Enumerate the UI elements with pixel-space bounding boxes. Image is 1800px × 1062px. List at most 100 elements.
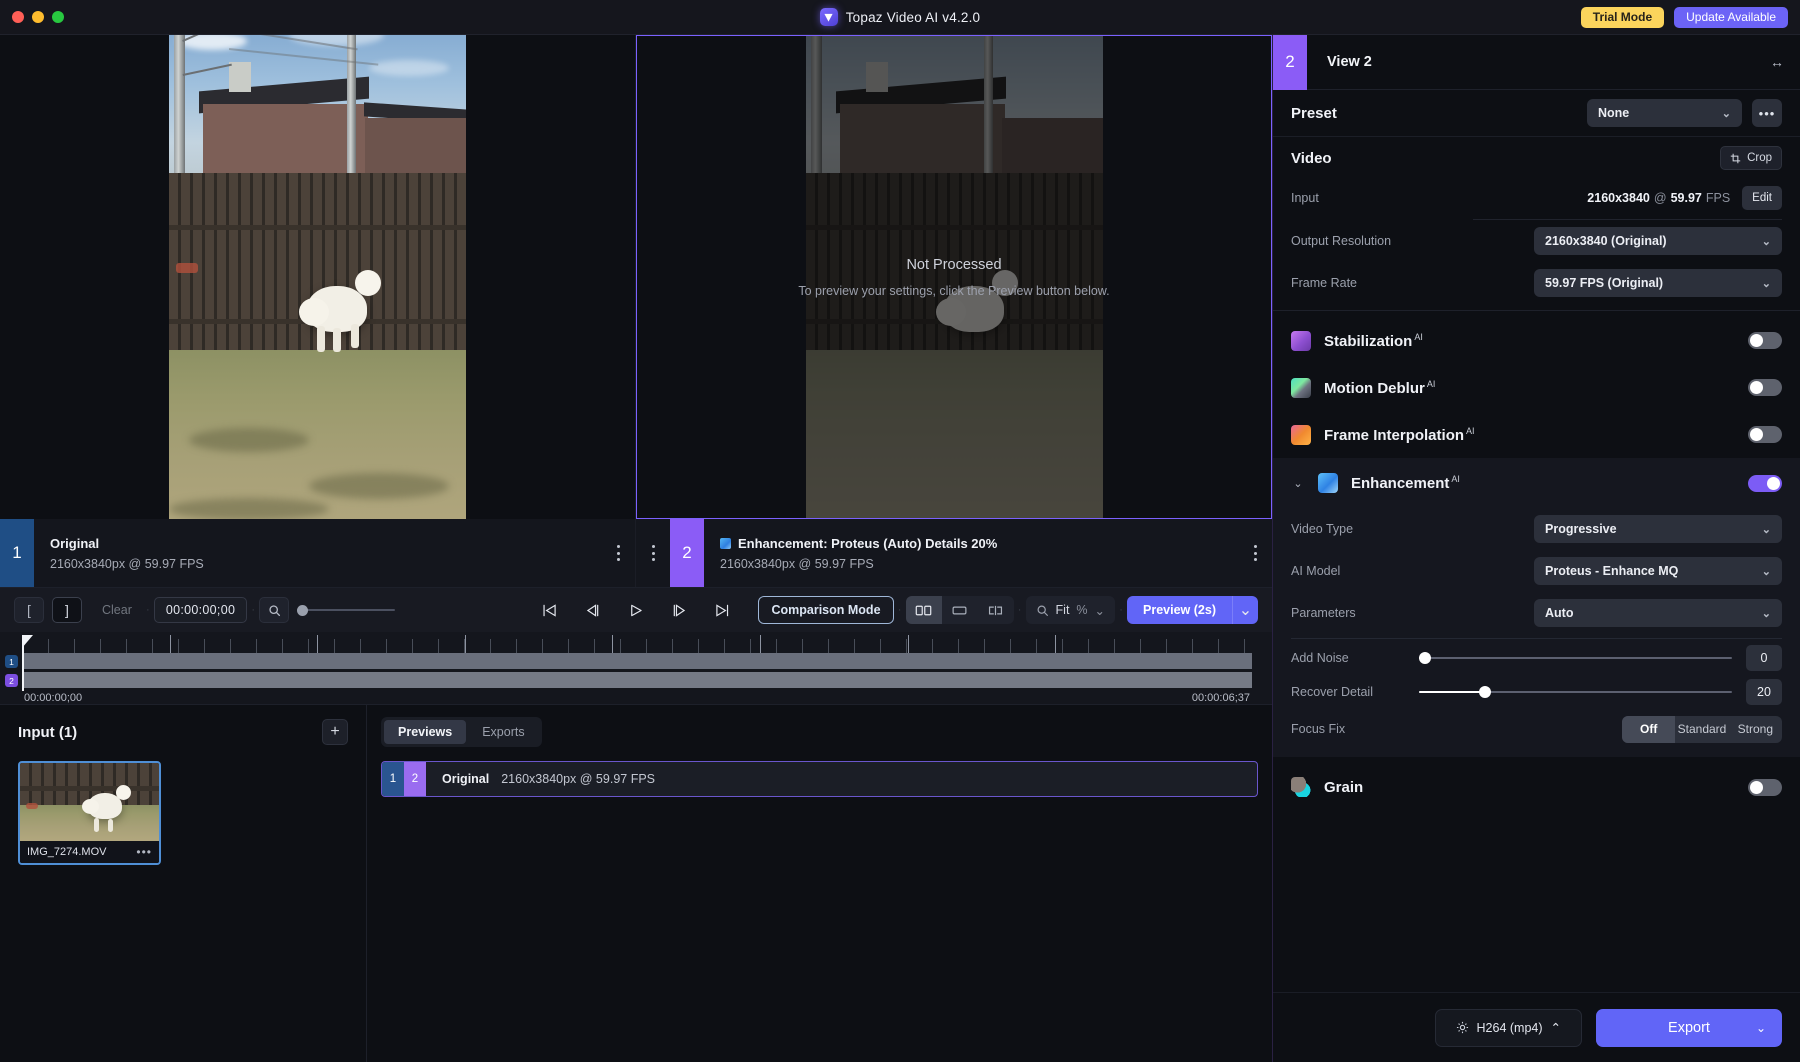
timecode-field[interactable]: 00:00:00;00 xyxy=(154,597,247,623)
input-file-menu-icon[interactable]: ••• xyxy=(136,845,152,859)
input-resolution: 2160x3840 xyxy=(1587,191,1650,205)
step-forward-icon[interactable] xyxy=(671,603,688,618)
parameters-select[interactable]: Auto ⌄ xyxy=(1534,599,1782,627)
preview-pane-2[interactable]: Not Processed To preview your settings, … xyxy=(635,35,1272,587)
recover-detail-label: Recover Detail xyxy=(1291,685,1419,699)
focus-fix-off[interactable]: Off xyxy=(1622,716,1675,743)
layer-title-text: Original xyxy=(50,536,99,551)
side-by-side-slider-icon[interactable] xyxy=(978,596,1014,624)
video-type-select[interactable]: Progressive ⌄ xyxy=(1534,515,1782,543)
enhancement-toggle[interactable] xyxy=(1748,475,1782,492)
preview-options-chevron-icon[interactable]: ⌄ xyxy=(1232,596,1258,624)
frame-interpolation-toggle[interactable] xyxy=(1748,426,1782,443)
timeline-playhead[interactable] xyxy=(22,635,24,691)
chevron-down-icon[interactable]: ⌄ xyxy=(1291,477,1305,490)
previews-list-item[interactable]: 1 2 Original 2160x3840px @ 59.97 FPS xyxy=(381,761,1258,797)
feature-row-grain[interactable]: Grain xyxy=(1273,763,1800,811)
timeline-end-time: 00:00:06;37 xyxy=(1192,692,1250,704)
add-noise-value[interactable]: 0 xyxy=(1746,645,1782,671)
enhancement-header[interactable]: ⌄ EnhancementAI xyxy=(1273,458,1800,508)
jump-to-end-icon[interactable] xyxy=(714,603,731,618)
chevron-down-icon: ⌄ xyxy=(1754,607,1771,620)
jump-to-start-icon[interactable] xyxy=(542,603,559,618)
codec-label: H264 (mp4) xyxy=(1477,1021,1543,1035)
fit-percent-label: % xyxy=(1076,603,1087,617)
grain-icon xyxy=(1291,777,1311,797)
focus-fix-strong[interactable]: Strong xyxy=(1729,716,1782,743)
fit-label: Fit xyxy=(1056,603,1070,617)
tab-exports[interactable]: Exports xyxy=(468,720,538,744)
input-label: Input xyxy=(1291,191,1426,205)
preview-viewport-original[interactable] xyxy=(0,35,635,519)
grain-left-group: Grain xyxy=(1291,777,1363,797)
add-noise-slider[interactable] xyxy=(1419,648,1732,668)
edit-input-button[interactable]: Edit xyxy=(1742,186,1782,210)
zoom-fit-control[interactable]: Fit % ⌄ xyxy=(1026,596,1116,624)
frame-rate-select[interactable]: 59.97 FPS (Original) ⌄ xyxy=(1534,269,1782,297)
trial-mode-badge[interactable]: Trial Mode xyxy=(1581,7,1664,28)
single-view-icon[interactable] xyxy=(942,596,978,624)
input-fps-unit: FPS xyxy=(1706,191,1730,205)
mark-in-button[interactable]: [ xyxy=(14,597,44,623)
export-options-chevron-icon[interactable]: ⌄ xyxy=(1756,1021,1766,1035)
timeline-zoom-slider[interactable] xyxy=(297,597,395,623)
view-layout-group xyxy=(906,596,1014,624)
feature-row-stabilization[interactable]: StabilizationAI xyxy=(1273,317,1800,364)
preview-row-meta: 2160x3840px @ 59.97 FPS xyxy=(501,772,655,786)
step-back-icon[interactable] xyxy=(585,603,602,618)
layer-title-row: Enhancement: Proteus (Auto) Details 20% xyxy=(720,536,1238,551)
crop-button[interactable]: Crop xyxy=(1720,146,1782,170)
feature-row-motion-deblur[interactable]: Motion DeblurAI xyxy=(1273,364,1800,411)
play-icon[interactable] xyxy=(628,603,645,618)
layer-options-icon[interactable] xyxy=(601,519,635,587)
dog-leg xyxy=(333,328,341,352)
focus-fix-standard[interactable]: Standard xyxy=(1675,716,1728,743)
timeline-track-1[interactable] xyxy=(22,653,1252,669)
output-resolution-select[interactable]: 2160x3840 (Original) ⌄ xyxy=(1534,227,1782,255)
stabilization-toggle[interactable] xyxy=(1748,332,1782,349)
expand-collapse-icon[interactable]: ↔ xyxy=(1770,54,1800,70)
motion-deblur-toggle[interactable] xyxy=(1748,379,1782,396)
preset-label: Preset xyxy=(1291,105,1426,122)
preset-select[interactable]: None ⌄ xyxy=(1587,99,1742,127)
timeline-zoom-icon[interactable] xyxy=(259,597,289,623)
clear-trim-button[interactable]: Clear xyxy=(92,597,142,623)
timeline[interactable]: 1 2 00:00:00;00 00:00:06;37 xyxy=(0,632,1272,704)
recover-detail-slider[interactable] xyxy=(1419,682,1732,702)
ai-model-select[interactable]: Proteus - Enhance MQ ⌄ xyxy=(1534,557,1782,585)
add-input-button[interactable]: + xyxy=(322,719,348,745)
timeline-track-2[interactable] xyxy=(22,672,1252,688)
separator-dot: · xyxy=(1115,604,1127,616)
preset-more-button[interactable]: ••• xyxy=(1752,99,1782,127)
input-thumbnail-card[interactable]: IMG_7274.MOV ••• xyxy=(18,761,161,865)
output-resolution-label: Output Resolution xyxy=(1291,234,1426,248)
close-window-icon[interactable] xyxy=(12,11,24,23)
house-shape xyxy=(365,118,466,182)
split-view-icon[interactable] xyxy=(906,596,942,624)
layer-options-icon[interactable] xyxy=(636,519,670,587)
preset-row: Preset None ⌄ ••• xyxy=(1273,90,1800,137)
layer-subtitle: 2160x3840px @ 59.97 FPS xyxy=(720,557,1238,571)
layer-info-bar-2: 2 Enhancement: Proteus (Auto) Details 20… xyxy=(636,519,1272,587)
preview-viewport-enhanced[interactable]: Not Processed To preview your settings, … xyxy=(636,35,1272,519)
mark-out-button[interactable]: ] xyxy=(52,597,82,623)
codec-selector-button[interactable]: H264 (mp4) ⌃ xyxy=(1435,1009,1582,1047)
preview-pane-1[interactable]: 1 Original 2160x3840px @ 59.97 FPS xyxy=(0,35,635,587)
export-button[interactable]: Export ⌄ xyxy=(1596,1009,1782,1047)
recover-detail-value[interactable]: 20 xyxy=(1746,679,1782,705)
chevron-down-icon: ⌄ xyxy=(1754,277,1771,290)
maximize-window-icon[interactable] xyxy=(52,11,64,23)
tab-previews[interactable]: Previews xyxy=(384,720,466,744)
layer-options-icon-2[interactable] xyxy=(1238,519,1272,587)
grain-toggle[interactable] xyxy=(1748,779,1782,796)
window-controls[interactable] xyxy=(0,11,64,23)
not-processed-subtitle: To preview your settings, click the Prev… xyxy=(798,284,1109,298)
minimize-window-icon[interactable] xyxy=(32,11,44,23)
main-body: 1 Original 2160x3840px @ 59.97 FPS xyxy=(0,35,1800,1062)
update-available-button[interactable]: Update Available xyxy=(1674,7,1788,28)
video-input-row: Input 2160x3840 @ 59.97 FPS Edit xyxy=(1273,179,1800,217)
feature-row-frame-interpolation[interactable]: Frame InterpolationAI xyxy=(1273,411,1800,458)
chevron-down-icon[interactable]: ⌄ xyxy=(1095,603,1105,618)
preview-button[interactable]: Preview (2s) xyxy=(1127,596,1232,624)
comparison-mode-button[interactable]: Comparison Mode xyxy=(758,596,893,624)
